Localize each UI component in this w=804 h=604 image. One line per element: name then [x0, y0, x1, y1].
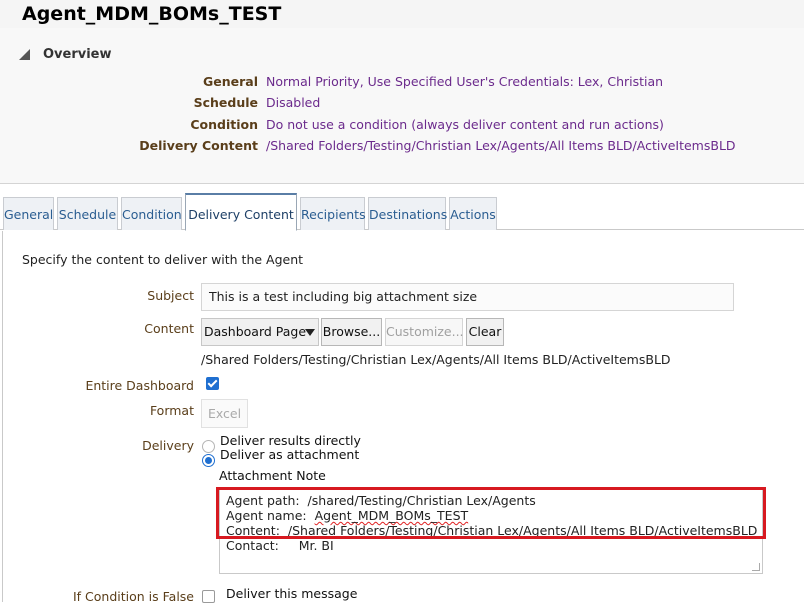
overview-row-delivery-content: Delivery Content /Shared Folders/Testing…: [0, 138, 804, 156]
deliver-attachment-label[interactable]: Deliver as attachment: [220, 447, 359, 462]
browse-button[interactable]: Browse...: [321, 318, 382, 346]
note-line-contact: Contact: Mr. BI: [226, 538, 334, 553]
content-label: Content: [144, 321, 194, 336]
collapse-triangle-icon[interactable]: [19, 49, 30, 60]
clear-button[interactable]: Clear: [466, 318, 504, 346]
attachment-note-label: Attachment Note: [219, 468, 326, 483]
overview-label[interactable]: Overview: [43, 47, 112, 62]
overview-value: /Shared Folders/Testing/Christian Lex/Ag…: [266, 138, 736, 153]
tab-destinations[interactable]: Destinations: [368, 197, 447, 230]
entire-dashboard-label: Entire Dashboard: [85, 378, 194, 393]
overview-key: Condition: [190, 117, 258, 132]
overview-row-schedule: Schedule Disabled: [0, 95, 804, 113]
page-title: Agent_MDM_BOMs_TEST: [22, 3, 282, 25]
deliver-directly-radio[interactable]: [202, 440, 215, 453]
content-type-select[interactable]: Dashboard Page: [201, 318, 319, 346]
format-label: Format: [149, 403, 194, 418]
overview-value: Normal Priority, Use Specified User's Cr…: [266, 74, 664, 89]
deliver-attachment-radio[interactable]: [202, 454, 215, 467]
overview-key: Delivery Content: [139, 138, 258, 153]
overview-panel: Overview General Normal Priority, Use Sp…: [0, 28, 804, 184]
format-field[interactable]: Excel: [201, 399, 248, 428]
tab-schedule[interactable]: Schedule: [57, 197, 118, 230]
overview-key: General: [203, 74, 258, 89]
entire-dashboard-checkbox[interactable]: [206, 377, 219, 390]
resize-grip-icon[interactable]: [752, 563, 760, 571]
subject-input[interactable]: This is a test including big attachment …: [201, 283, 734, 311]
intro-text: Specify the content to deliver with the …: [22, 252, 304, 267]
highlight-box: [216, 487, 766, 539]
delivery-label: Delivery: [142, 438, 194, 453]
tab-recipients[interactable]: Recipients: [300, 197, 366, 230]
subject-label: Subject: [147, 288, 194, 303]
content-type-value: Dashboard Page: [204, 324, 307, 339]
tab-actions[interactable]: Actions: [449, 197, 497, 230]
tab-delivery-content[interactable]: Delivery Content: [185, 193, 297, 231]
tab-bar: General Schedule Condition Delivery Cont…: [0, 193, 804, 231]
content-path: /Shared Folders/Testing/Christian Lex/Ag…: [201, 352, 671, 367]
overview-value: Disabled: [266, 95, 321, 110]
deliver-this-message-label[interactable]: Deliver this message: [226, 586, 357, 601]
customize-button[interactable]: Customize...: [385, 318, 464, 346]
dropdown-arrow-icon: [305, 329, 315, 336]
deliver-this-message-checkbox[interactable]: [202, 590, 215, 603]
tab-general[interactable]: General: [3, 197, 54, 230]
tab-condition[interactable]: Condition: [121, 197, 182, 230]
overview-key: Schedule: [193, 95, 258, 110]
deliver-directly-label[interactable]: Deliver results directly: [220, 433, 361, 448]
title-bar: Agent_MDM_BOMs_TEST: [0, 0, 804, 28]
overview-row-condition: Condition Do not use a condition (always…: [0, 117, 804, 135]
overview-row-general: General Normal Priority, Use Specified U…: [0, 74, 804, 92]
overview-value: Do not use a condition (always deliver c…: [266, 117, 664, 132]
